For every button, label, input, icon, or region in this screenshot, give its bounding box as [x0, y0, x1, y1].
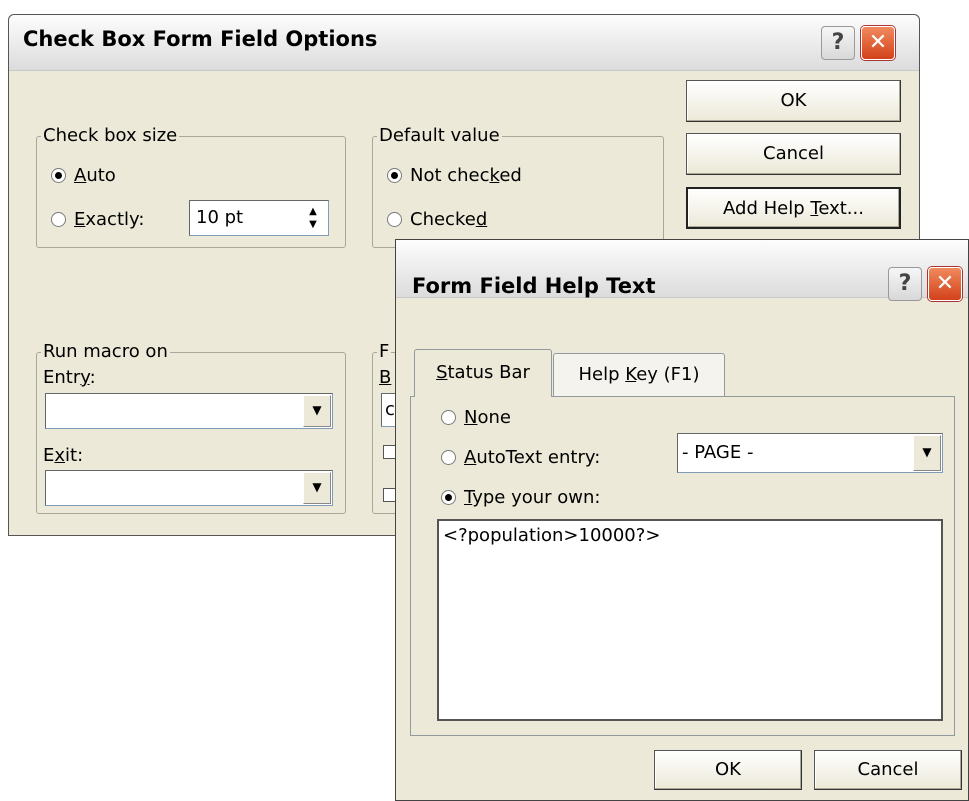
auto-radio-dot[interactable] [51, 168, 66, 183]
exactly-size-spinner[interactable]: 10 pt ▲ ▼ [189, 200, 329, 236]
form-field-help-text-dialog: Form Field Help Text ? ✕ Status Bar Help… [395, 239, 969, 801]
options-cancel-button[interactable]: Cancel [686, 133, 901, 175]
type-your-own-radio[interactable]: Type your own: [441, 487, 600, 508]
not-checked-radio-dot[interactable] [387, 168, 402, 183]
exactly-radio[interactable]: Exactly: [51, 209, 144, 230]
type-your-own-radio-dot[interactable] [441, 490, 456, 505]
add-help-text-label: Add Help Text... [723, 198, 864, 219]
check-box-size-legend: Check box size [41, 125, 180, 146]
autotext-value: - PAGE - [682, 442, 754, 463]
status-bar-panel: None AutoText entry: - PAGE - ▼ Type you… [410, 396, 955, 736]
ok-label: OK [715, 759, 741, 780]
tab-help-key-label: Help Key (F1) [578, 364, 700, 385]
checked-radio-dot[interactable] [387, 212, 402, 227]
exactly-radio-dot[interactable] [51, 212, 66, 227]
checked-radio[interactable]: Checked [387, 209, 487, 230]
exit-dropdown-arrow-icon[interactable]: ▼ [303, 472, 331, 504]
exactly-size-value: 10 pt [196, 207, 244, 228]
entry-dropdown-arrow-icon[interactable]: ▼ [303, 395, 331, 427]
options-title-bar[interactable]: Check Box Form Field Options ? ✕ [9, 15, 919, 71]
autotext-dropdown[interactable]: - PAGE - ▼ [677, 433, 943, 473]
none-label: None [464, 407, 511, 428]
auto-radio[interactable]: Auto [51, 165, 116, 186]
help-ok-button[interactable]: OK [654, 750, 802, 790]
spin-down-button[interactable]: ▼ [302, 218, 324, 231]
tab-status-bar[interactable]: Status Bar [414, 349, 552, 397]
cancel-label: Cancel [857, 759, 919, 780]
run-macro-legend: Run macro on [41, 341, 170, 362]
close-icon: ✕ [935, 271, 955, 296]
not-checked-label: Not checked [410, 165, 522, 186]
options-dialog-title: Check Box Form Field Options [23, 27, 378, 51]
run-macro-group: Run macro on Entry: ▼ Exit: ▼ [36, 341, 346, 514]
cancel-label: Cancel [763, 143, 824, 164]
autotext-dropdown-arrow-icon[interactable]: ▼ [913, 435, 941, 471]
none-radio-dot[interactable] [441, 410, 456, 425]
check-box-size-group: Check box size Auto Exactly: 10 pt ▲ ▼ [36, 125, 346, 248]
question-mark-icon: ? [898, 271, 912, 296]
help-dialog-close-button[interactable]: ✕ [928, 267, 962, 301]
default-value-group: Default value Not checked Checked [372, 125, 664, 248]
tab-status-bar-label: Status Bar [436, 362, 530, 383]
autotext-radio-dot[interactable] [441, 450, 456, 465]
none-radio[interactable]: None [441, 407, 511, 428]
bookmark-label: B [379, 367, 392, 388]
help-cancel-button[interactable]: Cancel [814, 750, 962, 790]
not-checked-radio[interactable]: Not checked [387, 165, 522, 186]
autotext-label: AutoText entry: [464, 447, 601, 468]
autotext-entry-radio[interactable]: AutoText entry: [441, 447, 600, 468]
ok-label: OK [780, 90, 807, 111]
help-text-textarea[interactable]: <?population>10000?> [437, 519, 943, 721]
options-ok-button[interactable]: OK [686, 80, 901, 122]
exit-macro-dropdown[interactable]: ▼ [45, 470, 333, 506]
entry-label: Entry: [43, 367, 96, 388]
close-icon: ✕ [868, 30, 888, 55]
question-mark-icon: ? [831, 30, 845, 55]
add-help-text-button[interactable]: Add Help Text... [686, 187, 901, 229]
help-dialog-help-button[interactable]: ? [888, 267, 922, 301]
field-settings-legend: F [377, 341, 392, 362]
options-close-button[interactable]: ✕ [861, 26, 895, 60]
auto-label: Auto [74, 165, 116, 186]
spin-up-button[interactable]: ▲ [302, 205, 324, 218]
entry-macro-dropdown[interactable]: ▼ [45, 393, 333, 429]
bookmark-value: c [385, 399, 395, 420]
exit-label: Exit: [43, 445, 84, 466]
help-title-bar[interactable]: Form Field Help Text ? ✕ [396, 240, 968, 301]
exactly-label: Exactly: [74, 209, 145, 230]
checked-label: Checked [410, 209, 488, 230]
default-value-legend: Default value [377, 125, 502, 146]
type-your-own-label: Type your own: [464, 487, 601, 508]
options-help-button[interactable]: ? [821, 26, 855, 60]
help-text-value: <?population>10000?> [443, 525, 661, 546]
help-dialog-title: Form Field Help Text [412, 274, 656, 298]
tab-help-key[interactable]: Help Key (F1) [553, 353, 725, 396]
